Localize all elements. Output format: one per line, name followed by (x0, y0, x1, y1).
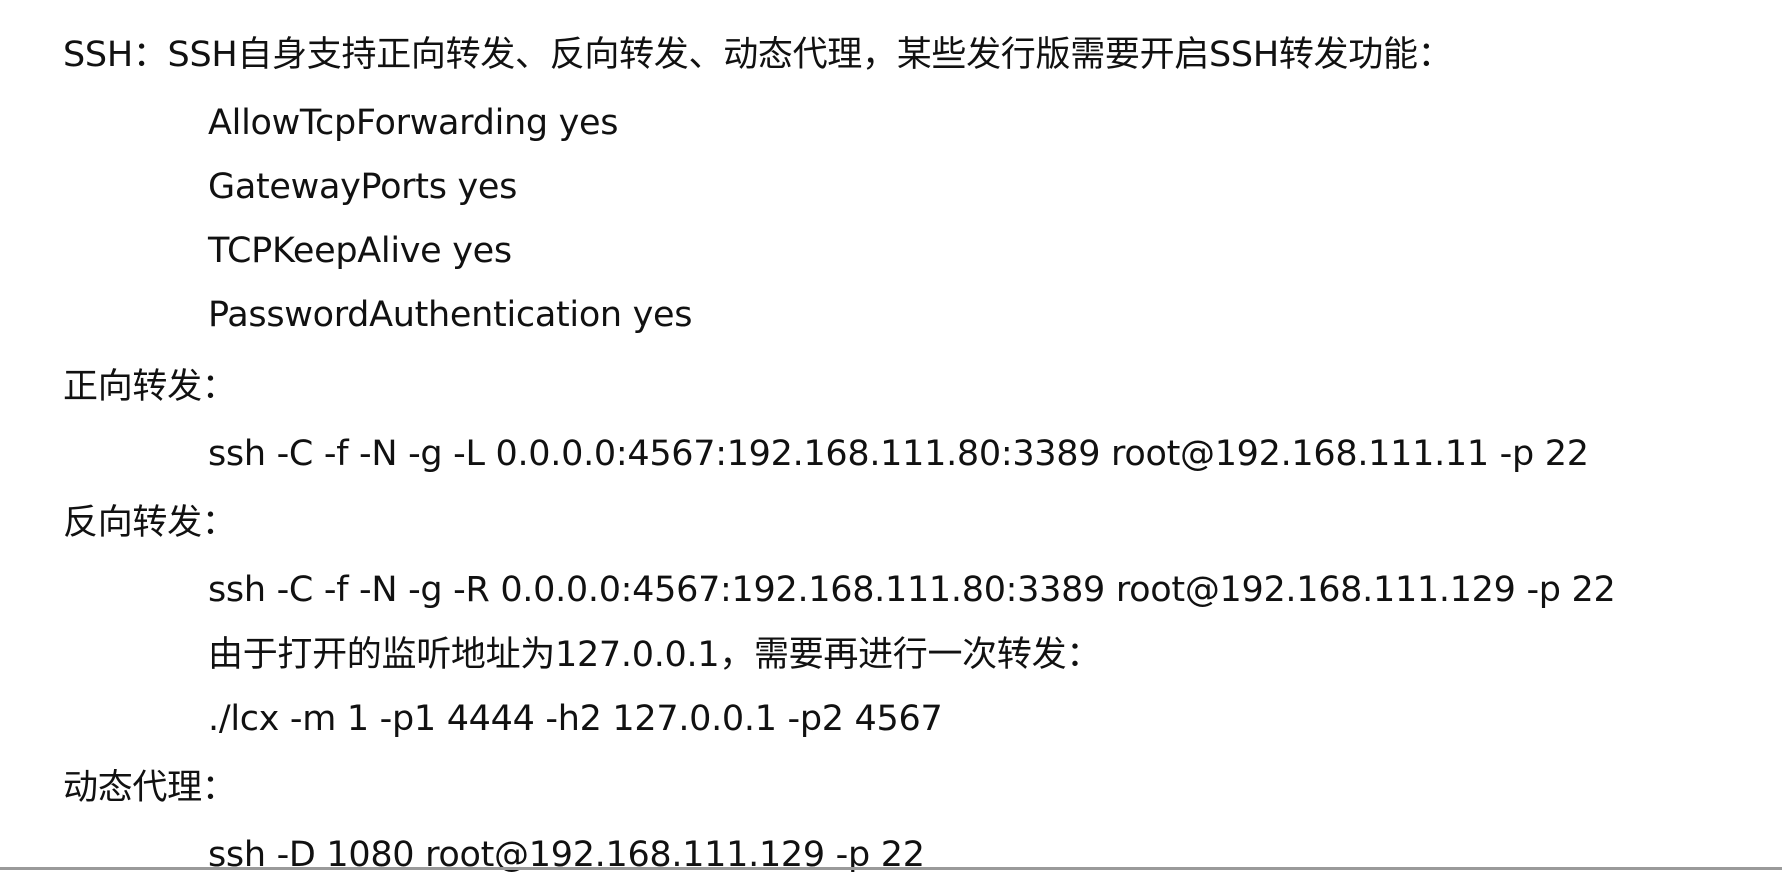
document-page: SSH：SSH自身支持正向转发、反向转发、动态代理，某些发行版需要开启SSH转发… (0, 0, 1782, 872)
config-line-allowtcpforwarding: AllowTcpForwarding yes (208, 103, 619, 143)
ssh-heading: SSH：SSH自身支持正向转发、反向转发、动态代理，某些发行版需要开启SSH转发… (63, 35, 1453, 75)
reverse-heading: 反向转发： (63, 503, 237, 543)
forward-heading: 正向转发： (63, 367, 237, 407)
config-line-passwordauthentication: PasswordAuthentication yes (208, 295, 693, 335)
forward-command: ssh -C -f -N -g -L 0.0.0.0:4567:192.168.… (208, 434, 1589, 474)
lcx-command: ./lcx -m 1 -p1 4444 -h2 127.0.0.1 -p2 45… (208, 699, 943, 739)
dynamic-heading: 动态代理： (63, 768, 237, 808)
bottom-divider (0, 867, 1782, 870)
config-line-gatewayports: GatewayPorts yes (208, 167, 518, 207)
reverse-command: ssh -C -f -N -g -R 0.0.0.0:4567:192.168.… (208, 570, 1616, 610)
config-line-tcpkeepalive: TCPKeepAlive yes (208, 231, 512, 271)
dynamic-command: ssh -D 1080 root@192.168.111.129 -p 22 (208, 835, 925, 872)
reverse-note: 由于打开的监听地址为127.0.0.1，需要再进行一次转发： (208, 635, 1101, 675)
